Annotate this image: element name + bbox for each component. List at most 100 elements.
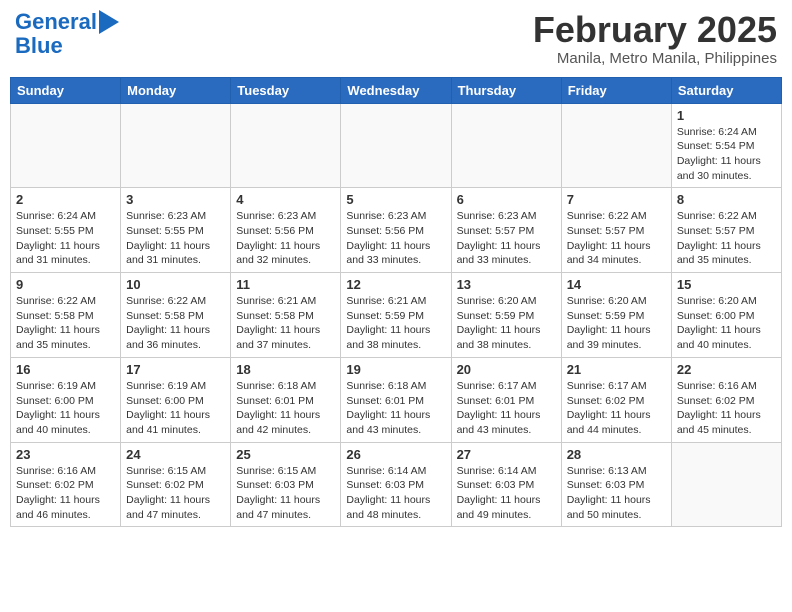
day-number: 5: [346, 192, 445, 207]
day-number: 27: [457, 447, 556, 462]
day-number: 25: [236, 447, 335, 462]
table-row: 19 Sunrise: 6:18 AMSunset: 6:01 PMDayligh…: [341, 357, 451, 442]
day-info: Sunrise: 6:24 AMSunset: 5:54 PMDaylight:…: [677, 125, 776, 184]
day-number: 1: [677, 108, 776, 123]
logo-line1: General: [15, 9, 97, 34]
logo-line2: Blue: [15, 34, 119, 58]
day-info: Sunrise: 6:16 AMSunset: 6:02 PMDaylight:…: [16, 464, 115, 523]
table-row: 26 Sunrise: 6:14 AMSunset: 6:03 PMDayligh…: [341, 442, 451, 527]
calendar-table: Sunday Monday Tuesday Wednesday Thursday…: [10, 77, 782, 528]
logo: General Blue: [15, 10, 119, 58]
day-info: Sunrise: 6:19 AMSunset: 6:00 PMDaylight:…: [126, 379, 225, 438]
day-number: 13: [457, 277, 556, 292]
table-row: 14Sunrise: 6:20 AMSunset: 5:59 PMDayligh…: [561, 273, 671, 358]
day-info: Sunrise: 6:22 AMSunset: 5:57 PMDaylight:…: [567, 209, 666, 268]
title-block: February 2025 Manila, Metro Manila, Phil…: [533, 10, 777, 67]
day-number: 7: [567, 192, 666, 207]
col-sunday: Sunday: [11, 77, 121, 103]
day-info: Sunrise: 6:22 AMSunset: 5:58 PMDaylight:…: [126, 294, 225, 353]
table-row: 12 Sunrise: 6:21 AMSunset: 5:59 PMDayligh…: [341, 273, 451, 358]
table-row: 22 Sunrise: 6:16 AMSunset: 6:02 PMDayligh…: [671, 357, 781, 442]
day-info: Sunrise: 6:13 AMSunset: 6:03 PMDaylight:…: [567, 464, 666, 523]
day-number: 4: [236, 192, 335, 207]
logo-icon: [99, 10, 119, 34]
table-row: 13 Sunrise: 6:20 AMSunset: 5:59 PMDayligh…: [451, 273, 561, 358]
day-number: 8: [677, 192, 776, 207]
table-row: 5 Sunrise: 6:23 AMSunset: 5:56 PMDaylight…: [341, 188, 451, 273]
day-number: 28: [567, 447, 666, 462]
table-row: 11 Sunrise: 6:21 AMSunset: 5:58 PMDayligh…: [231, 273, 341, 358]
col-saturday: Saturday: [671, 77, 781, 103]
day-number: 22: [677, 362, 776, 377]
day-number: 2: [16, 192, 115, 207]
day-number: 18: [236, 362, 335, 377]
logo-text: General: [15, 10, 97, 34]
day-info: Sunrise: 6:23 AMSunset: 5:55 PMDaylight:…: [126, 209, 225, 268]
calendar-week-4: 16 Sunrise: 6:19 AMSunset: 6:00 PMDayligh…: [11, 357, 782, 442]
day-info: Sunrise: 6:15 AMSunset: 6:03 PMDaylight:…: [236, 464, 335, 523]
day-number: 12: [346, 277, 445, 292]
location-title: Manila, Metro Manila, Philippines: [533, 50, 777, 67]
table-row: 21 Sunrise: 6:17 AMSunset: 6:02 PMDayligh…: [561, 357, 671, 442]
day-number: 16: [16, 362, 115, 377]
table-row: 3 Sunrise: 6:23 AMSunset: 5:55 PMDaylight…: [121, 188, 231, 273]
day-info: Sunrise: 6:24 AMSunset: 5:55 PMDaylight:…: [16, 209, 115, 268]
table-row: 16Sunrise: 6:19 AMSunset: 6:00 PMDayligh…: [11, 357, 121, 442]
col-thursday: Thursday: [451, 77, 561, 103]
table-row: [671, 442, 781, 527]
calendar-week-3: 9 Sunrise: 6:22 AMSunset: 5:58 PMDaylight…: [11, 273, 782, 358]
table-row: 28 Sunrise: 6:13 AMSunset: 6:03 PMDayligh…: [561, 442, 671, 527]
calendar-week-2: 2 Sunrise: 6:24 AMSunset: 5:55 PMDaylight…: [11, 188, 782, 273]
table-row: 17 Sunrise: 6:19 AMSunset: 6:00 PMDayligh…: [121, 357, 231, 442]
day-info: Sunrise: 6:17 AMSunset: 6:01 PMDaylight:…: [457, 379, 556, 438]
col-monday: Monday: [121, 77, 231, 103]
table-row: 7 Sunrise: 6:22 AMSunset: 5:57 PMDaylight…: [561, 188, 671, 273]
table-row: [341, 103, 451, 188]
day-info: Sunrise: 6:18 AMSunset: 6:01 PMDaylight:…: [236, 379, 335, 438]
day-info: Sunrise: 6:14 AMSunset: 6:03 PMDaylight:…: [346, 464, 445, 523]
day-info: Sunrise: 6:22 AMSunset: 5:58 PMDaylight:…: [16, 294, 115, 353]
day-info: Sunrise: 6:20 AMSunset: 5:59 PMDaylight:…: [567, 294, 666, 353]
page-header: General Blue February 2025 Manila, Metro…: [10, 10, 782, 67]
col-tuesday: Tuesday: [231, 77, 341, 103]
day-number: 19: [346, 362, 445, 377]
day-number: 11: [236, 277, 335, 292]
calendar-week-1: 1 Sunrise: 6:24 AMSunset: 5:54 PMDaylight…: [11, 103, 782, 188]
table-row: 9 Sunrise: 6:22 AMSunset: 5:58 PMDaylight…: [11, 273, 121, 358]
day-info: Sunrise: 6:17 AMSunset: 6:02 PMDaylight:…: [567, 379, 666, 438]
day-number: 6: [457, 192, 556, 207]
table-row: 8 Sunrise: 6:22 AMSunset: 5:57 PMDaylight…: [671, 188, 781, 273]
col-wednesday: Wednesday: [341, 77, 451, 103]
table-row: [231, 103, 341, 188]
table-row: 27Sunrise: 6:14 AMSunset: 6:03 PMDayligh…: [451, 442, 561, 527]
table-row: 24Sunrise: 6:15 AMSunset: 6:02 PMDayligh…: [121, 442, 231, 527]
day-number: 3: [126, 192, 225, 207]
day-info: Sunrise: 6:20 AMSunset: 5:59 PMDaylight:…: [457, 294, 556, 353]
day-info: Sunrise: 6:23 AMSunset: 5:56 PMDaylight:…: [346, 209, 445, 268]
day-info: Sunrise: 6:21 AMSunset: 5:58 PMDaylight:…: [236, 294, 335, 353]
day-info: Sunrise: 6:20 AMSunset: 6:00 PMDaylight:…: [677, 294, 776, 353]
day-number: 24: [126, 447, 225, 462]
day-number: 9: [16, 277, 115, 292]
table-row: 20Sunrise: 6:17 AMSunset: 6:01 PMDayligh…: [451, 357, 561, 442]
day-info: Sunrise: 6:18 AMSunset: 6:01 PMDaylight:…: [346, 379, 445, 438]
calendar-week-5: 23 Sunrise: 6:16 AMSunset: 6:02 PMDayligh…: [11, 442, 782, 527]
table-row: 15 Sunrise: 6:20 AMSunset: 6:00 PMDayligh…: [671, 273, 781, 358]
day-number: 15: [677, 277, 776, 292]
day-number: 23: [16, 447, 115, 462]
day-info: Sunrise: 6:16 AMSunset: 6:02 PMDaylight:…: [677, 379, 776, 438]
calendar-header-row: Sunday Monday Tuesday Wednesday Thursday…: [11, 77, 782, 103]
table-row: 10Sunrise: 6:22 AMSunset: 5:58 PMDayligh…: [121, 273, 231, 358]
table-row: 18 Sunrise: 6:18 AMSunset: 6:01 PMDayligh…: [231, 357, 341, 442]
day-number: 17: [126, 362, 225, 377]
table-row: [11, 103, 121, 188]
day-number: 21: [567, 362, 666, 377]
day-number: 26: [346, 447, 445, 462]
table-row: 6 Sunrise: 6:23 AMSunset: 5:57 PMDaylight…: [451, 188, 561, 273]
table-row: [121, 103, 231, 188]
month-title: February 2025: [533, 10, 777, 50]
day-info: Sunrise: 6:22 AMSunset: 5:57 PMDaylight:…: [677, 209, 776, 268]
day-info: Sunrise: 6:21 AMSunset: 5:59 PMDaylight:…: [346, 294, 445, 353]
day-info: Sunrise: 6:23 AMSunset: 5:57 PMDaylight:…: [457, 209, 556, 268]
table-row: 4Sunrise: 6:23 AMSunset: 5:56 PMDaylight…: [231, 188, 341, 273]
